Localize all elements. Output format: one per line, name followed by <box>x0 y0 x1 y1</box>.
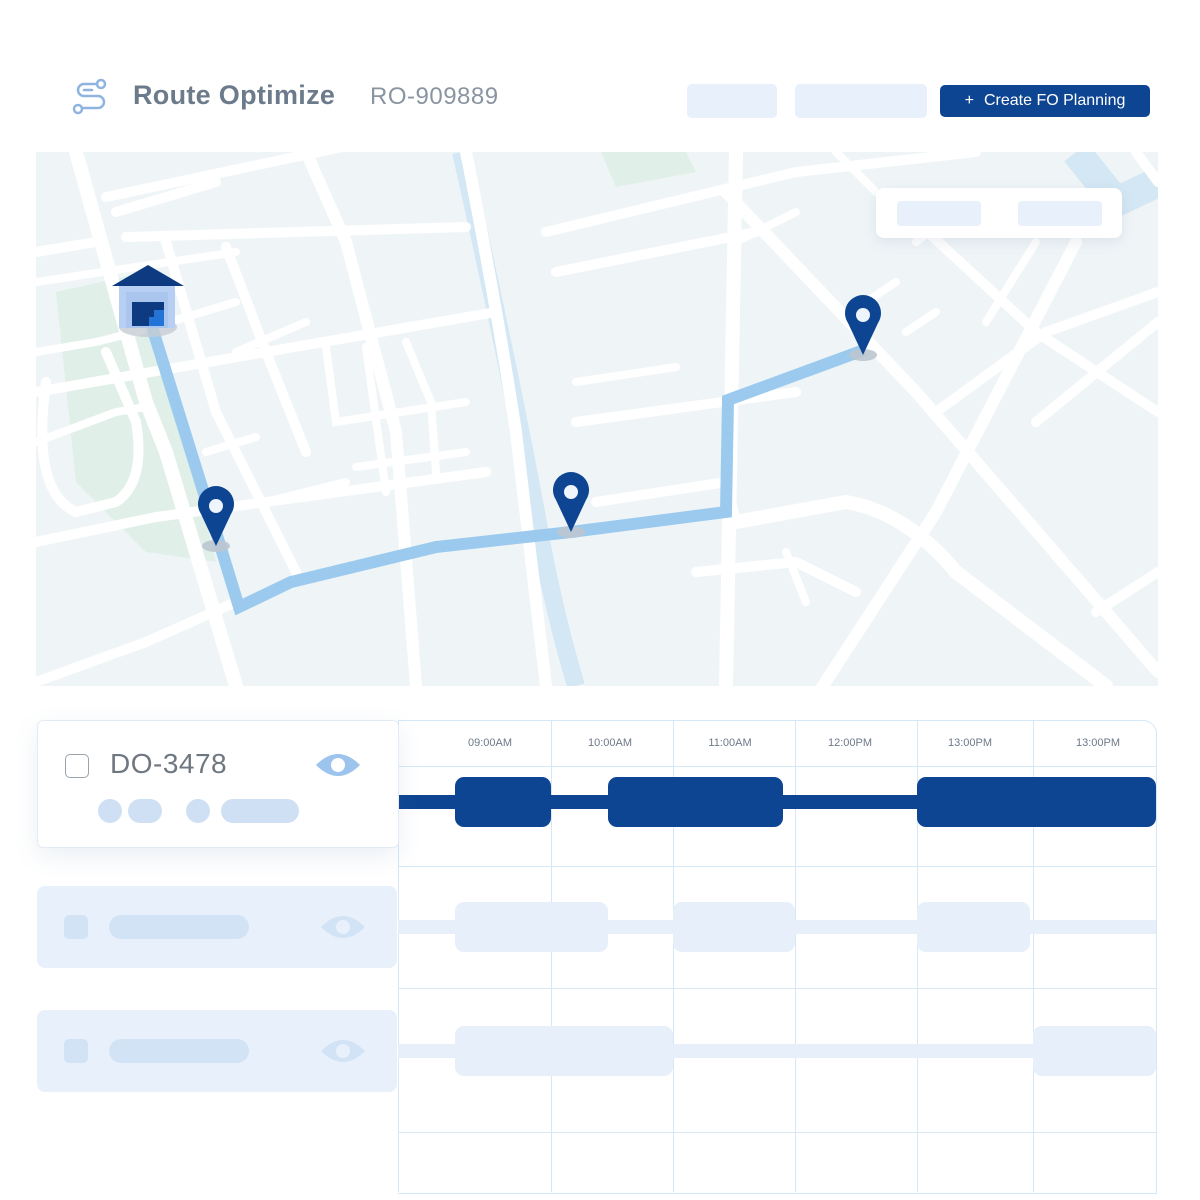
text-placeholder <box>109 915 249 939</box>
route-icon <box>72 78 107 115</box>
text-placeholder <box>109 1039 249 1063</box>
grid-line <box>398 766 1156 767</box>
hour-label: 10:00AM <box>587 737 633 749</box>
order-card-placeholder[interactable] <box>37 1010 397 1092</box>
timeline-header: 09:00AM 10:00AM 11:00AM 12:00PM 13:00PM … <box>398 720 1156 766</box>
timeline-segment[interactable] <box>608 777 783 827</box>
page-header: Route Optimize RO-909889 + Create FO Pla… <box>0 0 1200 150</box>
checkbox-placeholder <box>64 915 88 939</box>
eye-icon[interactable] <box>316 751 360 779</box>
order-id: DO-3478 <box>110 748 228 779</box>
create-fo-planning-button[interactable]: + Create FO Planning <box>940 85 1150 117</box>
placeholder-button-1[interactable] <box>687 84 777 118</box>
checkbox-placeholder <box>64 1039 88 1063</box>
park-area <box>601 152 696 187</box>
hour-label: 09:00AM <box>467 737 513 749</box>
order-card[interactable]: DO-3478 <box>37 720 399 848</box>
grid-line <box>398 988 1156 989</box>
grid-line <box>551 720 552 1192</box>
grid-line <box>795 720 796 1192</box>
create-fo-planning-label: Create FO Planning <box>983 92 1126 109</box>
timeline-segment[interactable] <box>917 902 1030 952</box>
status-dot <box>98 799 122 823</box>
map-overlay-placeholder-1[interactable] <box>897 201 981 226</box>
timeline-segment[interactable] <box>454 777 551 827</box>
timeline-segment[interactable] <box>454 902 609 952</box>
eye-icon[interactable] <box>321 913 365 941</box>
grid-line <box>398 1132 1156 1133</box>
timeline-segment[interactable] <box>1033 1026 1156 1076</box>
placeholder-button-2[interactable] <box>795 84 927 118</box>
plus-icon: + <box>964 92 974 109</box>
timeline-segment[interactable] <box>917 777 1156 827</box>
grid-line <box>398 866 1156 867</box>
route-id: RO-909889 <box>370 83 499 110</box>
map-overlay-panel <box>876 188 1122 238</box>
status-dot <box>186 799 210 823</box>
page-title: Route Optimize <box>133 80 336 110</box>
hour-label: 12:00PM <box>827 737 873 749</box>
hour-label: 13:00PM <box>947 737 993 749</box>
status-pill <box>128 799 162 823</box>
map-overlay-placeholder-2[interactable] <box>1018 201 1102 226</box>
eye-icon[interactable] <box>321 1037 365 1065</box>
hour-label: 11:00AM <box>708 737 752 749</box>
status-pill <box>221 799 299 823</box>
order-checkbox[interactable] <box>65 754 89 778</box>
timeline-segment[interactable] <box>454 1026 673 1076</box>
hour-label: 13:00PM <box>1075 737 1121 749</box>
timeline-segment[interactable] <box>673 902 795 952</box>
order-card-placeholder[interactable] <box>37 886 397 968</box>
